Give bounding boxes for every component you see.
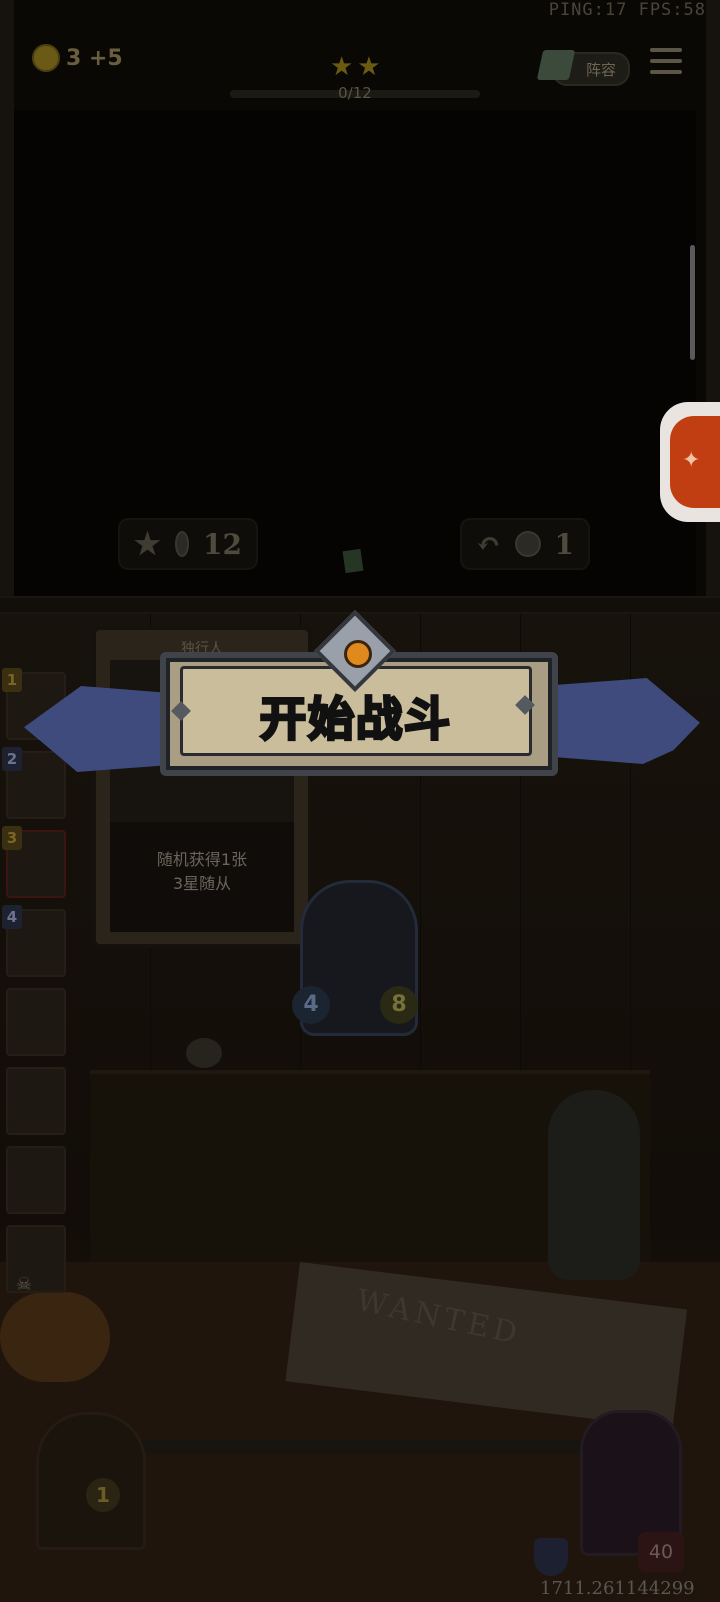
minion-slot[interactable] [6, 988, 66, 1056]
tier-badge: 4 [2, 905, 22, 929]
tavern-level-badge: 1 [86, 1478, 120, 1512]
hero-health: 40 [638, 1532, 684, 1572]
upgrade-tavern-button[interactable]: ★ 12 [118, 518, 258, 570]
upgrade-cost: 12 [203, 527, 242, 561]
minion-health: 8 [380, 986, 418, 1024]
start-battle-title: 开始战斗 [259, 691, 452, 748]
book-icon [536, 50, 576, 80]
lineup-button[interactable]: 阵容 [536, 50, 630, 86]
minion-slot[interactable] [6, 1067, 66, 1135]
minion-slot[interactable]: 4 [2, 905, 66, 977]
start-battle-banner: 开始战斗 [18, 609, 708, 798]
board-divider [0, 596, 720, 614]
card-description-line: 随机获得1张 [156, 850, 248, 869]
gem-core-icon [344, 640, 372, 668]
scrollbar[interactable] [690, 245, 695, 360]
coin-stack [0, 1292, 110, 1382]
freeze-icon[interactable] [342, 548, 364, 574]
chat-icon[interactable] [186, 1038, 222, 1068]
coin-icon [32, 44, 60, 72]
refresh-shop-button[interactable]: ↶ 1 [460, 518, 590, 570]
stage-progress-panel: ★★ 0/12 [210, 38, 500, 108]
minion-slot[interactable] [6, 1146, 66, 1214]
gold-value: 3 +5 [66, 45, 123, 71]
perf-readout: PING:17 FPS:58 [548, 0, 706, 20]
debug-coords: 1711.261144299 [540, 1578, 695, 1599]
refresh-icon: ↶ [476, 526, 502, 562]
refresh-cost: 1 [554, 527, 574, 561]
floating-assistant-button[interactable]: ✦ [660, 402, 720, 522]
coin-icon [515, 531, 541, 557]
shield-icon [534, 1538, 568, 1576]
hamburger-icon[interactable] [650, 48, 682, 80]
assistant-icon: ✦ [682, 448, 701, 473]
skull-icon: ☠ [16, 1274, 33, 1295]
stars-display: ★★ [330, 52, 385, 82]
tavern-door[interactable] [36, 1412, 146, 1550]
tier-badge: 3 [2, 826, 22, 850]
minion-attack: 4 [292, 986, 330, 1024]
minion-slot[interactable]: 3 [2, 826, 66, 898]
coin-icon [174, 531, 190, 557]
star-up-icon: ★ [134, 526, 161, 562]
card-description: 随机获得1张 3星随从 [110, 848, 294, 896]
lineup-label: 阵容 [586, 60, 617, 79]
bartender-character [548, 1090, 640, 1280]
minion-slot[interactable]: ☠ [6, 1225, 66, 1295]
shop-panel [14, 110, 696, 600]
progress-label: 0/12 [338, 84, 372, 102]
gold-counter: 3 +5 [32, 44, 123, 72]
card-description-line: 3星随从 [172, 874, 232, 893]
card-description-box: 随机获得1张 3星随从 [110, 822, 294, 932]
pipe-decoration [130, 1440, 600, 1454]
